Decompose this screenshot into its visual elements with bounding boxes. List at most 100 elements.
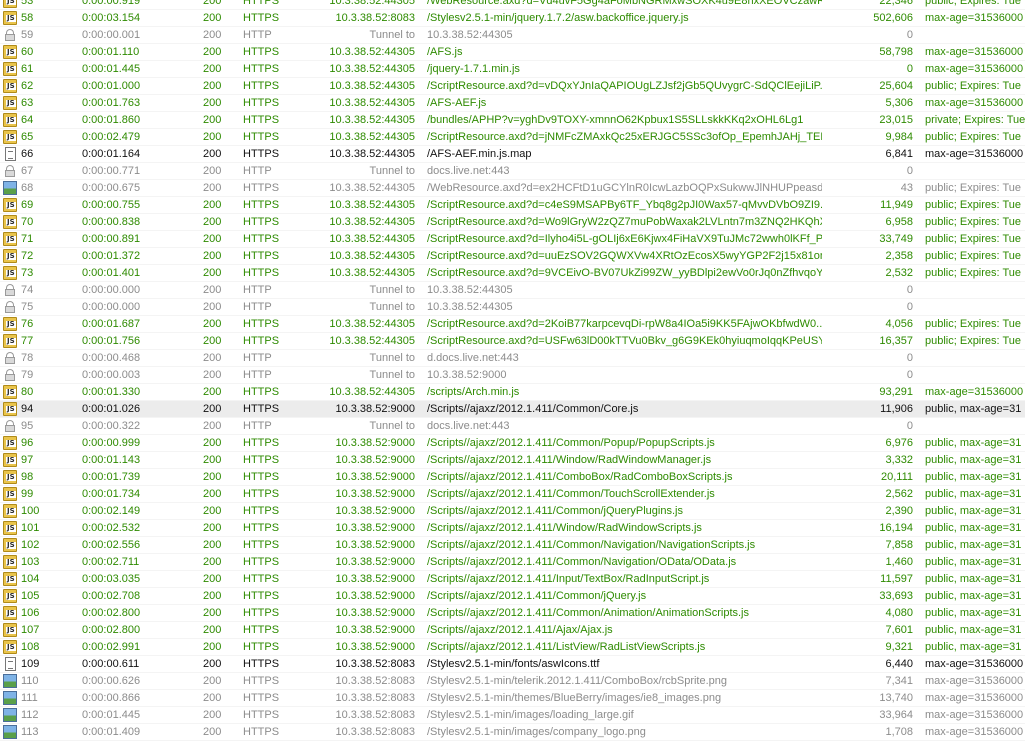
session-caching: public, max-age=31 (925, 488, 1022, 500)
session-row[interactable]: 96 0:00:00.999 200 HTTPS 10.3.38.52:9000/Scr… (0, 435, 1025, 452)
session-host: 10.3.38.52:44305 (329, 267, 415, 279)
session-protocol: HTTPS (243, 556, 280, 568)
session-host: 10.3.38.52:9000 (335, 488, 415, 500)
session-row[interactable]: 72 0:00:01.372 200 HTTPS 10.3.38.52:44305/Sc… (0, 248, 1025, 265)
session-row[interactable]: 95 0:00:00.322 200 HTTP Tunnel to docs.live.n… (0, 418, 1025, 435)
session-result: 200 (203, 641, 222, 653)
session-row[interactable]: 109 0:00:00.611 200 HTTPS 10.3.38.52:8083/St… (0, 656, 1025, 673)
session-host: 10.3.38.52:44305 (329, 318, 415, 330)
session-icon-cell (2, 333, 20, 350)
session-body-size: 20,111 (880, 471, 913, 483)
session-time: 0:00:00.626 (82, 675, 141, 687)
session-time: 0:00:02.149 (82, 505, 141, 517)
session-row[interactable]: 102 0:00:02.556 200 HTTPS 10.3.38.52:9000/Sc… (0, 537, 1025, 554)
session-row[interactable]: 63 0:00:01.763 200 HTTPS 10.3.38.52:44305/AF… (0, 95, 1025, 112)
session-caching: public; Expires: Tue (925, 233, 1021, 245)
session-time: 0:00:00.001 (82, 29, 141, 41)
session-url: /WebResource.axd?d=Vd4uvF5Gg4aFoMbNGRMxw… (427, 0, 822, 7)
session-result: 200 (203, 709, 222, 721)
session-row[interactable]: 99 0:00:01.734 200 HTTPS 10.3.38.52:9000/Scr… (0, 486, 1025, 503)
session-row[interactable]: 66 0:00:01.164 200 HTTPS 10.3.38.52:44305/AF… (0, 146, 1025, 163)
session-url: 10.3.38.52:9000 (427, 369, 507, 381)
script-icon (3, 266, 17, 280)
session-row[interactable]: 100 0:00:02.149 200 HTTPS 10.3.38.52:9000/Sc… (0, 503, 1025, 520)
session-row[interactable]: 80 0:00:01.330 200 HTTPS 10.3.38.52:44305/sc… (0, 384, 1025, 401)
session-result: 200 (203, 267, 222, 279)
session-url: /Scripts//ajaxz/2012.1.411/Common/jQuery… (427, 505, 683, 517)
session-icon-cell (2, 724, 20, 741)
lock-icon (3, 28, 17, 42)
session-row[interactable]: 107 0:00:02.800 200 HTTPS 10.3.38.52:9000/Sc… (0, 622, 1025, 639)
session-row[interactable]: 71 0:00:00.891 200 HTTPS 10.3.38.52:44305/Sc… (0, 231, 1025, 248)
session-caching: max-age=31536000 (925, 97, 1024, 109)
session-url: 10.3.38.52:44305 (427, 29, 513, 41)
script-icon (3, 623, 17, 637)
session-row[interactable]: 78 0:00:00.468 200 HTTP Tunnel to d.docs.live… (0, 350, 1025, 367)
session-protocol: HTTPS (243, 250, 280, 262)
session-host: Tunnel to (369, 301, 415, 313)
session-host: 10.3.38.52:8083 (335, 726, 415, 738)
session-row[interactable]: 111 0:00:00.866 200 HTTPS 10.3.38.52:8083/St… (0, 690, 1025, 707)
session-row[interactable]: 69 0:00:00.755 200 HTTPS 10.3.38.52:44305/Sc… (0, 197, 1025, 214)
session-row[interactable]: 97 0:00:01.143 200 HTTPS 10.3.38.52:9000/Scr… (0, 452, 1025, 469)
session-row[interactable]: 75 0:00:00.000 200 HTTP Tunnel to 10.3.38.52:… (0, 299, 1025, 316)
session-number: 75 (21, 301, 34, 313)
session-row[interactable]: 62 0:00:01.000 200 HTTPS 10.3.38.52:44305/Sc… (0, 78, 1025, 95)
session-list[interactable]: 53 0:00:00.919 200 HTTPS 10.3.38.52:44305/We… (0, 0, 1025, 743)
session-row[interactable]: 59 0:00:00.001 200 HTTP Tunnel to 10.3.38.52:… (0, 27, 1025, 44)
session-caching: public, max-age=31 (925, 607, 1022, 619)
session-icon-cell (2, 78, 20, 95)
session-number: 73 (21, 267, 34, 279)
session-url: /Stylesv2.5.1-min/fonts/aswIcons.ttf (427, 658, 600, 670)
session-time: 0:00:00.919 (82, 0, 141, 7)
session-protocol: HTTP (243, 29, 272, 41)
session-row[interactable]: 68 0:00:00.675 200 HTTPS 10.3.38.52:44305/We… (0, 180, 1025, 197)
session-row[interactable]: 94 0:00:01.026 200 HTTPS 10.3.38.52:9000/Scr… (0, 401, 1025, 418)
session-row[interactable]: 67 0:00:00.771 200 HTTP Tunnel to docs.live.n… (0, 163, 1025, 180)
script-icon (3, 130, 17, 144)
session-row[interactable]: 73 0:00:01.401 200 HTTPS 10.3.38.52:44305/Sc… (0, 265, 1025, 282)
session-row[interactable]: 113 0:00:01.409 200 HTTPS 10.3.38.52:8083/St… (0, 724, 1025, 741)
session-row[interactable]: 53 0:00:00.919 200 HTTPS 10.3.38.52:44305/We… (0, 0, 1025, 10)
session-time: 0:00:02.711 (82, 556, 140, 568)
session-row[interactable]: 76 0:00:01.687 200 HTTPS 10.3.38.52:44305/Sc… (0, 316, 1025, 333)
session-row[interactable]: 110 0:00:00.626 200 HTTPS 10.3.38.52:8083/St… (0, 673, 1025, 690)
session-result: 200 (203, 624, 222, 636)
session-time: 0:00:01.110 (82, 46, 140, 58)
session-row[interactable]: 79 0:00:00.003 200 HTTP Tunnel to 10.3.38.52:… (0, 367, 1025, 384)
session-row[interactable]: 106 0:00:02.800 200 HTTPS 10.3.38.52:9000/Sc… (0, 605, 1025, 622)
session-row[interactable]: 65 0:00:02.479 200 HTTPS 10.3.38.52:44305/Sc… (0, 129, 1025, 146)
session-row[interactable]: 98 0:00:01.739 200 HTTPS 10.3.38.52:9000/Scr… (0, 469, 1025, 486)
session-number: 63 (21, 97, 34, 109)
session-number: 69 (21, 199, 34, 211)
session-row[interactable]: 70 0:00:00.838 200 HTTPS 10.3.38.52:44305/Sc… (0, 214, 1025, 231)
session-row[interactable]: 64 0:00:01.860 200 HTTPS 10.3.38.52:44305/bu… (0, 112, 1025, 129)
session-icon-cell (2, 707, 20, 724)
session-caching: public, max-age=31 (925, 641, 1022, 653)
session-host: 10.3.38.52:44305 (329, 233, 415, 245)
session-body-size: 43 (900, 182, 913, 194)
session-icon-cell (2, 282, 20, 299)
session-row[interactable]: 104 0:00:03.035 200 HTTPS 10.3.38.52:9000/Sc… (0, 571, 1025, 588)
session-body-size: 2,358 (885, 250, 913, 262)
session-protocol: HTTPS (243, 148, 280, 160)
session-caching: public; Expires: Tue (925, 318, 1021, 330)
session-row[interactable]: 77 0:00:01.756 200 HTTPS 10.3.38.52:44305/Sc… (0, 333, 1025, 350)
session-icon-cell (2, 197, 20, 214)
session-row[interactable]: 112 0:00:01.445 200 HTTPS 10.3.38.52:8083/St… (0, 707, 1025, 724)
session-host: 10.3.38.52:44305 (329, 216, 415, 228)
session-row[interactable]: 105 0:00:02.708 200 HTTPS 10.3.38.52:9000/Sc… (0, 588, 1025, 605)
session-url: /AFS-AEF.min.js.map (427, 148, 532, 160)
session-row[interactable]: 60 0:00:01.110 200 HTTPS 10.3.38.52:44305/AF… (0, 44, 1025, 61)
session-row[interactable]: 103 0:00:02.711 200 HTTPS 10.3.38.52:9000/Sc… (0, 554, 1025, 571)
session-icon-cell (2, 367, 20, 384)
session-row[interactable]: 61 0:00:01.445 200 HTTPS 10.3.38.52:44305/jq… (0, 61, 1025, 78)
session-row[interactable]: 74 0:00:00.000 200 HTTP Tunnel to 10.3.38.52:… (0, 282, 1025, 299)
script-icon (3, 198, 17, 212)
session-number: 99 (21, 488, 34, 500)
session-row[interactable]: 108 0:00:02.991 200 HTTPS 10.3.38.52:9000/Sc… (0, 639, 1025, 656)
session-number: 109 (21, 658, 40, 670)
session-row[interactable]: 58 0:00:03.154 200 HTTPS 10.3.38.52:8083/Sty… (0, 10, 1025, 27)
session-body-size: 16,357 (879, 335, 913, 347)
session-row[interactable]: 101 0:00:02.532 200 HTTPS 10.3.38.52:9000/Sc… (0, 520, 1025, 537)
